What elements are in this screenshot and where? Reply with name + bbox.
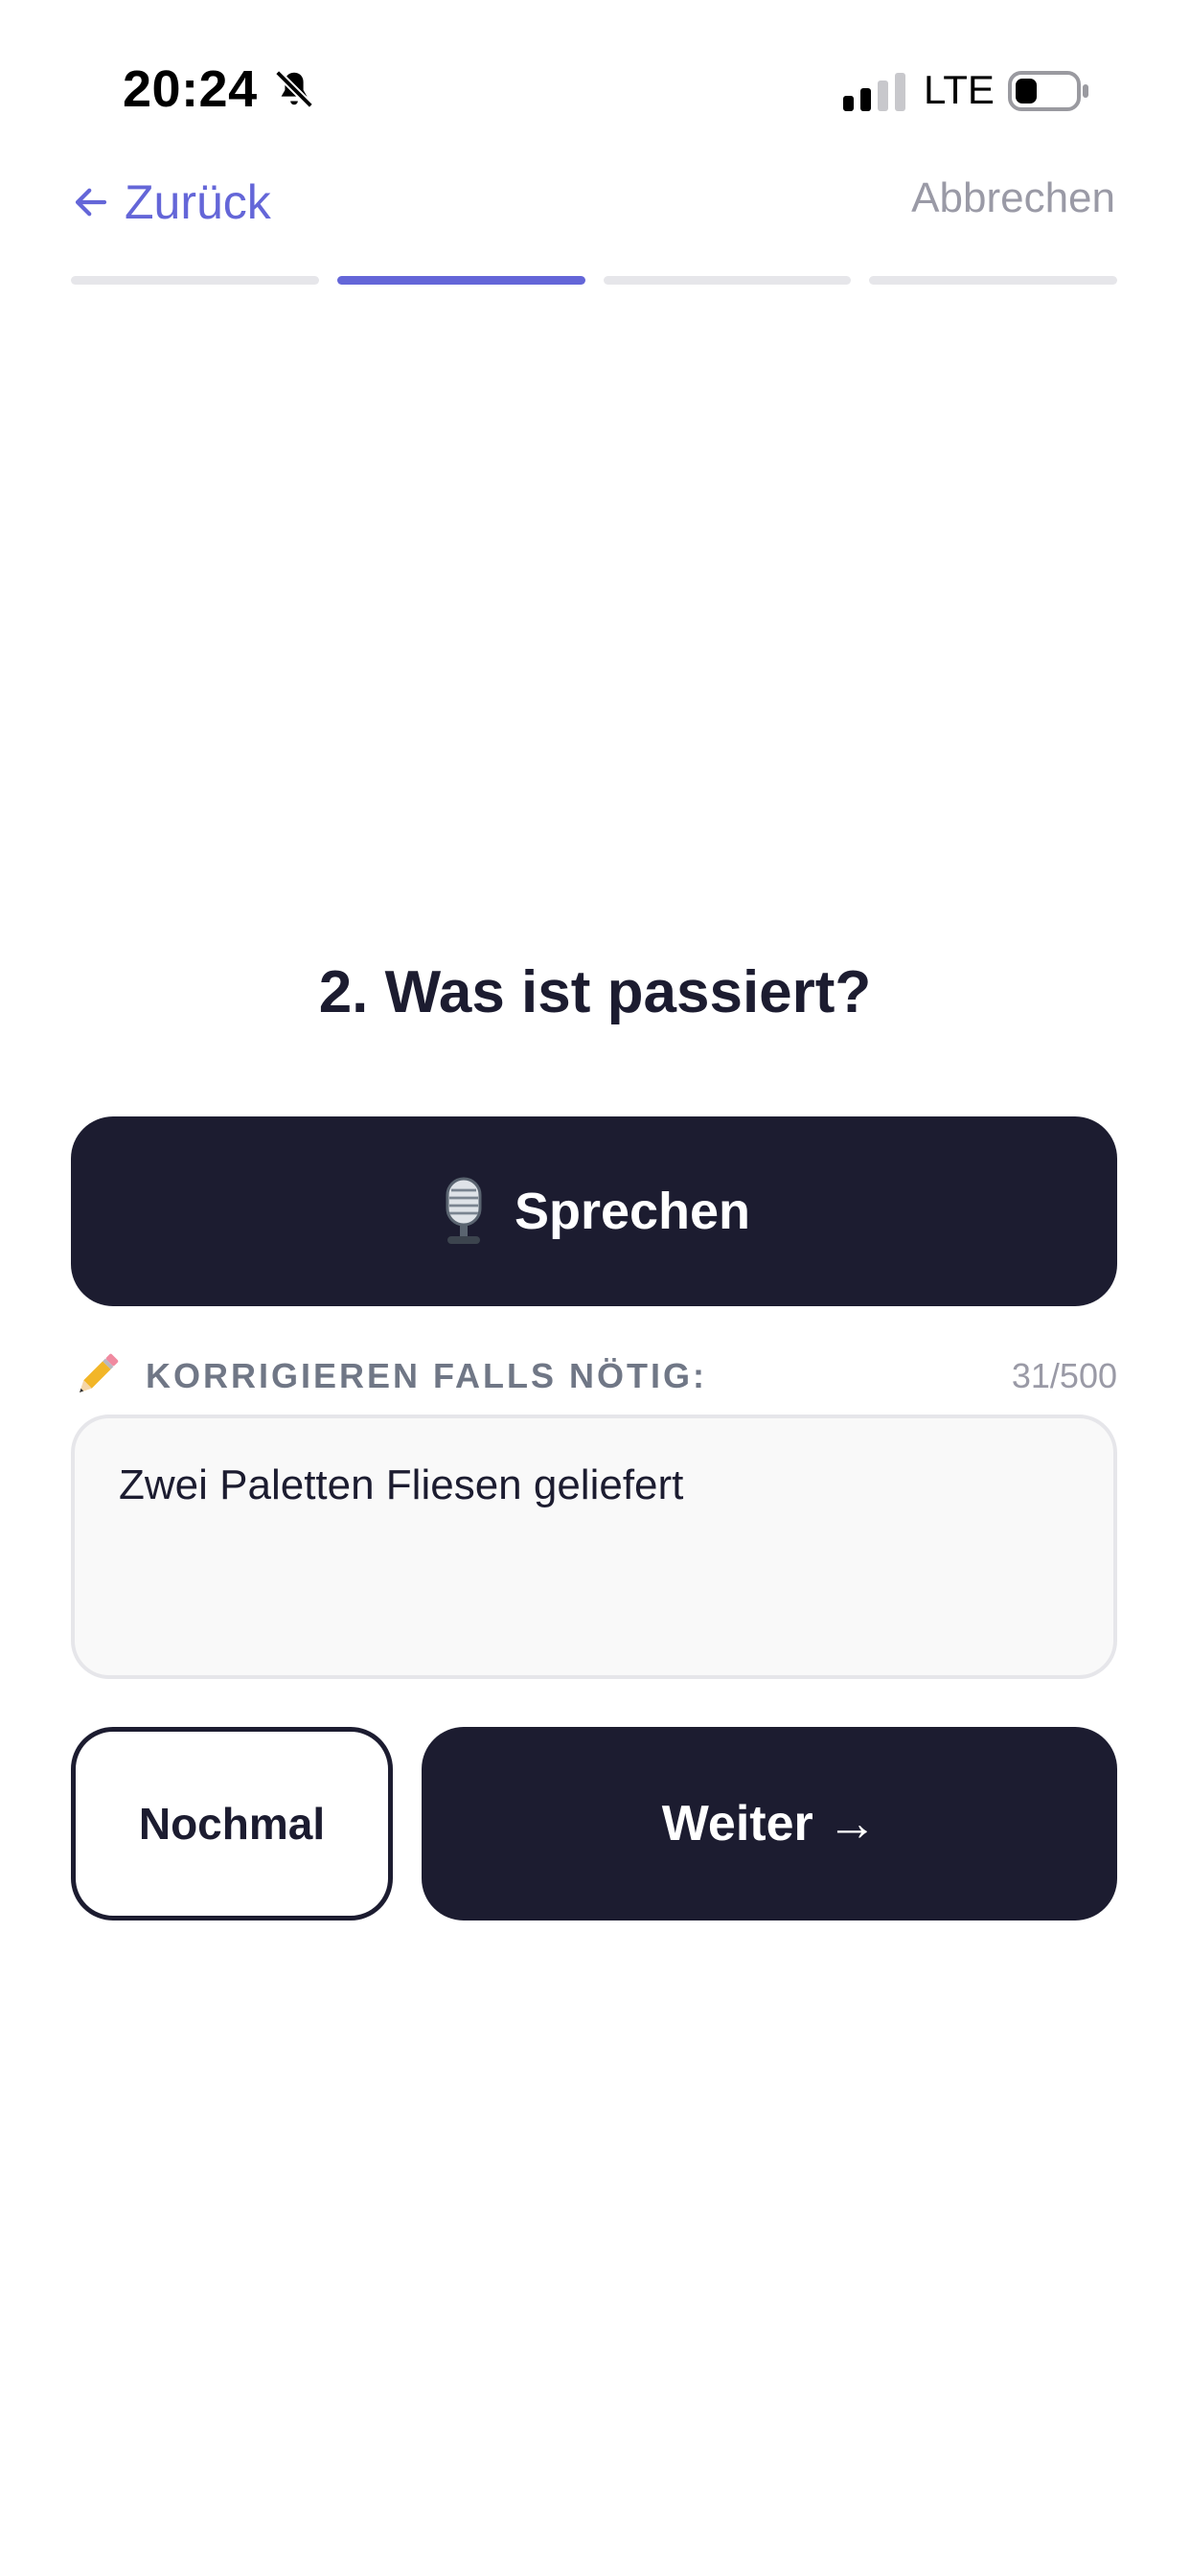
- network-type: LTE: [924, 67, 995, 112]
- battery-icon: [1008, 71, 1088, 111]
- status-time: 20:24: [123, 60, 258, 118]
- arrow-left-icon: [75, 188, 107, 217]
- speak-button[interactable]: Sprechen: [71, 1116, 1117, 1306]
- transcript-textarea[interactable]: Zwei Paletten Fliesen geliefert: [71, 1414, 1117, 1679]
- progress-step-2: [336, 276, 585, 285]
- speak-label: Sprechen: [514, 1183, 751, 1240]
- correction-header: KORRIGIEREN FALLS NÖTIG: 31/500: [71, 1351, 1117, 1401]
- pencil-icon: [80, 1353, 119, 1392]
- progress-step-1: [71, 276, 319, 285]
- back-button[interactable]: Zurück: [71, 171, 271, 234]
- status-bar: 20:24 LTE: [0, 0, 1190, 182]
- correction-label: KORRIGIEREN FALLS NÖTIG:: [146, 1356, 708, 1395]
- progress-step-3: [603, 276, 852, 285]
- bell-off-icon: [275, 70, 313, 108]
- next-button[interactable]: Weiter →: [422, 1727, 1117, 1920]
- progress-step-4: [869, 276, 1117, 285]
- microphone-icon: [446, 1177, 482, 1244]
- back-label: Zurück: [125, 175, 271, 229]
- character-counter: 31/500: [1011, 1356, 1117, 1395]
- step-progress: [71, 276, 1117, 285]
- question-title: 2. Was ist passiert?: [318, 959, 872, 1025]
- cancel-button[interactable]: Abbrechen: [911, 174, 1115, 222]
- signal-icon: [843, 73, 905, 111]
- again-button[interactable]: Nochmal: [71, 1727, 393, 1920]
